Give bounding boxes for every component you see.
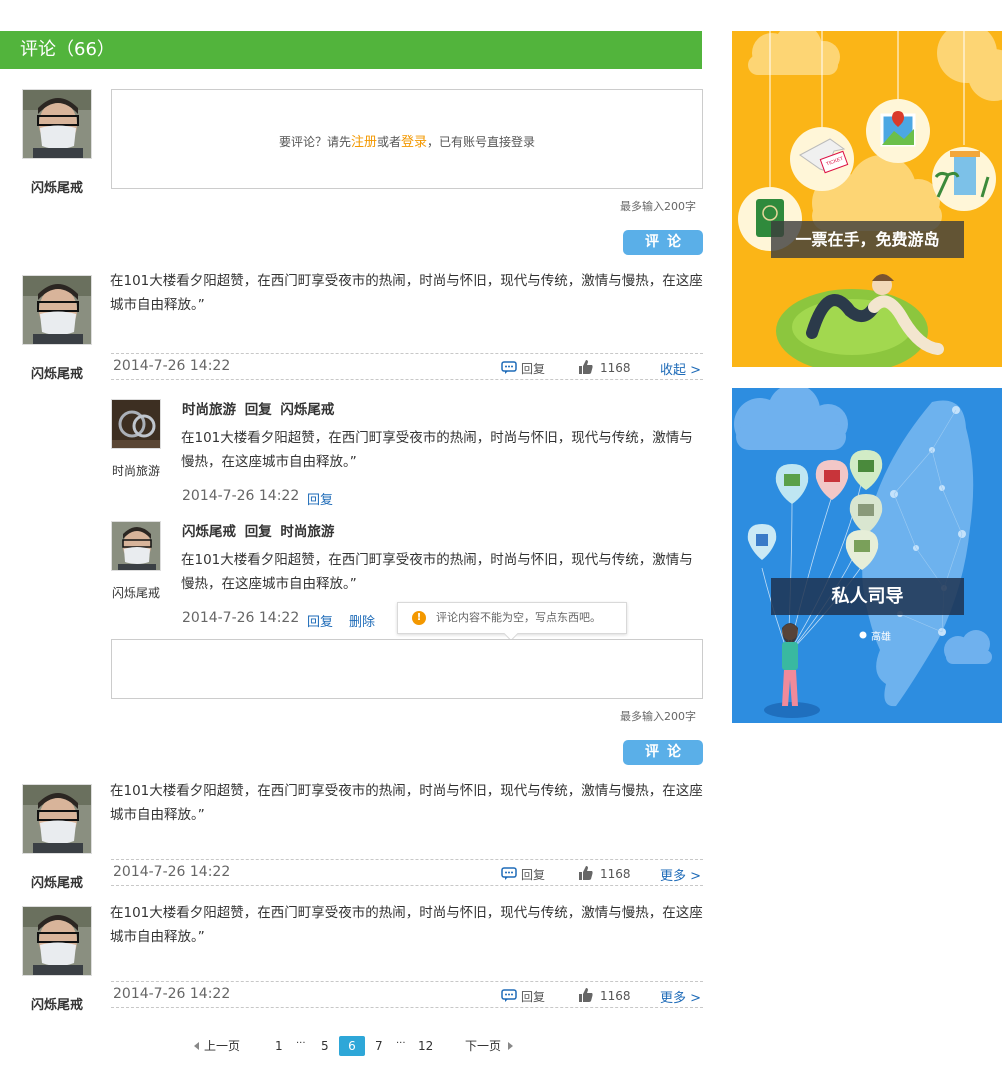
more-link[interactable]: 更多 > (660, 865, 701, 884)
comment-meta: 2014-7-26 14:22 回复 1168 更多 > (111, 981, 703, 1008)
reply-button[interactable]: 回复 (307, 489, 333, 508)
page-link[interactable]: 12 (418, 1036, 433, 1056)
register-link[interactable]: 注册 (351, 135, 377, 150)
ticket-ad-illustration: TICKET (738, 31, 1002, 367)
comment-meta: 2014-7-26 14:22 回复 1168 收起 > (111, 353, 703, 380)
like-count: 1168 (600, 989, 631, 1003)
reply-date: 2014-7-26 14:22 (182, 488, 300, 504)
city-label: 高雄 (871, 632, 891, 643)
page-link-current[interactable]: 6 (339, 1036, 365, 1056)
reply-button[interactable]: 回复 (501, 360, 545, 377)
page-link[interactable]: 7 (375, 1036, 383, 1056)
warning-icon: ! (412, 611, 426, 625)
pagination-ellipsis: ··· (396, 1038, 406, 1049)
comment-text: 在101大楼看夕阳超赞，在西门町享受夜市的热闹，时尚与怀旧，现代与传统，激情与慢… (110, 783, 703, 823)
login-prompt: 要评论？请先注册或者登录，已有账号直接登录 (278, 135, 536, 150)
next-page-button[interactable]: 下一页 (465, 1036, 514, 1056)
reply-header: 时尚旅游 回复 闪烁尾戒 (182, 402, 335, 418)
submit-reply-button[interactable]: 评论 (623, 740, 703, 765)
avatar[interactable] (22, 906, 92, 976)
page-link[interactable]: 1 (275, 1036, 283, 1056)
username[interactable]: 闪烁尾戒 (22, 994, 92, 1013)
like-count: 1168 (600, 867, 631, 881)
reply-text: 在101大楼看夕阳超赞，在西门町享受夜市的热闹，时尚与怀旧，现代与传统，激情与慢… (181, 552, 693, 592)
chevron-left-icon (194, 1042, 199, 1050)
comments-header: 评论（66） (0, 31, 702, 69)
like-button[interactable]: 1168 (578, 987, 631, 1003)
ticket-ad-label: 一票在手，免费游岛 (771, 221, 964, 258)
like-button[interactable]: 1168 (578, 359, 631, 375)
reply-header: 闪烁尾戒 回复 时尚旅游 (182, 524, 335, 540)
reply-button[interactable]: 回复 (501, 988, 545, 1005)
avatar[interactable] (22, 275, 92, 345)
comments-title: 评论（66） (20, 39, 115, 60)
max-chars-hint: 最多输入200字 (620, 710, 696, 723)
comment-date: 2014-7-26 14:22 (113, 864, 231, 880)
reply-date: 2014-7-26 14:22 (182, 610, 300, 626)
more-link[interactable]: 更多 > (660, 987, 701, 1006)
chat-bubble-icon (501, 361, 517, 374)
page-link[interactable]: 5 (321, 1036, 329, 1056)
reply-input[interactable] (111, 639, 703, 699)
pagination-ellipsis: ··· (296, 1038, 306, 1049)
thumbs-up-icon (579, 988, 593, 1002)
max-chars-hint: 最多输入200字 (620, 200, 696, 213)
username[interactable]: 闪烁尾戒 (22, 363, 92, 382)
guide-ad-label: 私人司导 (771, 578, 964, 615)
like-count: 1168 (600, 361, 631, 375)
tooltip-text: 评论内容不能为空，写点东西吧。 (436, 611, 601, 624)
guide-ad-illustration (734, 388, 992, 718)
comment-text: 在101大楼看夕阳超赞，在西门町享受夜市的热闹，时尚与怀旧，现代与传统，激情与慢… (110, 273, 703, 313)
chat-bubble-icon (501, 989, 517, 1002)
avatar[interactable] (111, 521, 161, 571)
validation-tooltip: ! 评论内容不能为空，写点东西吧。 (397, 602, 627, 642)
username[interactable]: 闪烁尾戒 (22, 872, 92, 891)
like-button[interactable]: 1168 (578, 865, 631, 881)
chevron-right-icon (508, 1042, 514, 1050)
comment-input[interactable]: 要评论？请先注册或者登录，已有账号直接登录 (111, 89, 703, 189)
collapse-link[interactable]: 收起 > (660, 359, 701, 378)
thumbs-up-icon (579, 866, 593, 880)
reply-button[interactable]: 回复 (307, 611, 333, 630)
login-link[interactable]: 登录 (401, 135, 427, 150)
reply-text: 在101大楼看夕阳超赞，在西门町享受夜市的热闹，时尚与怀旧，现代与传统，激情与慢… (181, 430, 693, 470)
avatar[interactable] (22, 89, 92, 159)
delete-button[interactable]: 删除 (349, 611, 375, 630)
ticket-ad-banner[interactable]: TICKET 一票在手，免费游岛 (732, 31, 1002, 367)
username[interactable]: 闪烁尾戒 (22, 177, 92, 196)
submit-comment-button[interactable]: 评论 (623, 230, 703, 255)
comment-date: 2014-7-26 14:22 (113, 358, 231, 374)
reply-button[interactable]: 回复 (501, 866, 545, 883)
avatar[interactable] (22, 784, 92, 854)
comment-date: 2014-7-26 14:22 (113, 986, 231, 1002)
guide-ad-banner[interactable]: 私人司导 高雄 (732, 388, 1002, 723)
reply-username[interactable]: 时尚旅游 (101, 462, 171, 479)
chat-bubble-icon (501, 867, 517, 880)
comment-text: 在101大楼看夕阳超赞，在西门町享受夜市的热闹，时尚与怀旧，现代与传统，激情与慢… (110, 905, 703, 945)
reply-username[interactable]: 闪烁尾戒 (101, 584, 171, 601)
avatar[interactable] (111, 399, 161, 449)
comment-meta: 2014-7-26 14:22 回复 1168 更多 > (111, 859, 703, 886)
thumbs-up-icon (579, 360, 593, 374)
prev-page-button[interactable]: 上一页 (194, 1036, 240, 1056)
